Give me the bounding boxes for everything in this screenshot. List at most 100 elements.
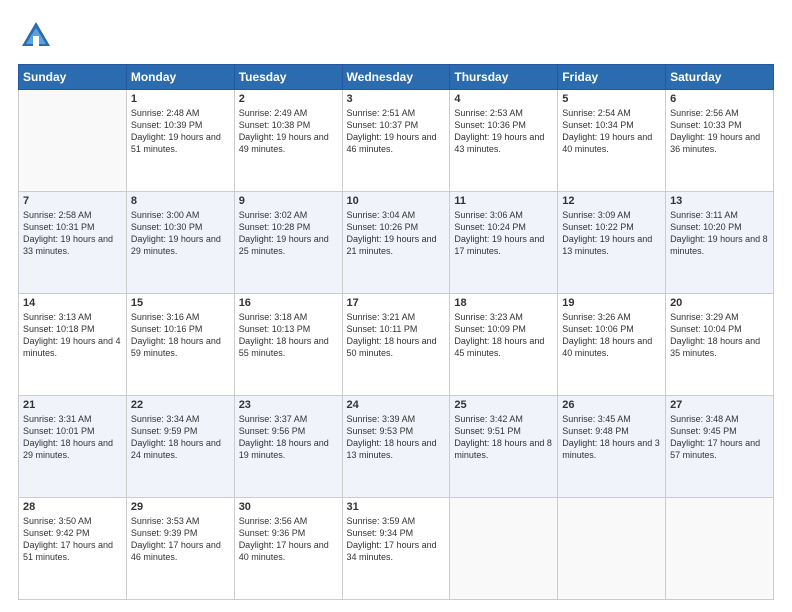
cell-info: Sunrise: 3:53 AM Sunset: 9:39 PM Dayligh… bbox=[131, 515, 230, 564]
day-number: 6 bbox=[670, 93, 769, 105]
calendar-cell: 19 Sunrise: 3:26 AM Sunset: 10:06 PM Dayl… bbox=[558, 294, 666, 396]
calendar-cell bbox=[19, 90, 127, 192]
calendar-cell: 16 Sunrise: 3:18 AM Sunset: 10:13 PM Dayl… bbox=[234, 294, 342, 396]
cell-info: Sunrise: 3:31 AM Sunset: 10:01 PM Daylig… bbox=[23, 413, 122, 462]
day-number: 20 bbox=[670, 297, 769, 309]
cell-info: Sunrise: 3:02 AM Sunset: 10:28 PM Daylig… bbox=[239, 209, 338, 258]
calendar-cell: 18 Sunrise: 3:23 AM Sunset: 10:09 PM Dayl… bbox=[450, 294, 558, 396]
day-number: 12 bbox=[562, 195, 661, 207]
calendar-week-row: 28Sunrise: 3:50 AM Sunset: 9:42 PM Dayli… bbox=[19, 498, 774, 600]
calendar-cell: 21 Sunrise: 3:31 AM Sunset: 10:01 PM Dayl… bbox=[19, 396, 127, 498]
cell-info: Sunrise: 2:56 AM Sunset: 10:33 PM Daylig… bbox=[670, 107, 769, 156]
calendar-cell: 2 Sunrise: 2:49 AM Sunset: 10:38 PM Dayli… bbox=[234, 90, 342, 192]
day-number: 31 bbox=[347, 501, 446, 513]
day-number: 10 bbox=[347, 195, 446, 207]
cell-info: Sunrise: 3:48 AM Sunset: 9:45 PM Dayligh… bbox=[670, 413, 769, 462]
day-number: 17 bbox=[347, 297, 446, 309]
calendar-header-row: SundayMondayTuesdayWednesdayThursdayFrid… bbox=[19, 65, 774, 90]
calendar-cell: 25Sunrise: 3:42 AM Sunset: 9:51 PM Dayli… bbox=[450, 396, 558, 498]
cell-info: Sunrise: 2:51 AM Sunset: 10:37 PM Daylig… bbox=[347, 107, 446, 156]
day-number: 29 bbox=[131, 501, 230, 513]
day-number: 22 bbox=[131, 399, 230, 411]
day-number: 9 bbox=[239, 195, 338, 207]
calendar-cell: 4 Sunrise: 2:53 AM Sunset: 10:36 PM Dayli… bbox=[450, 90, 558, 192]
cell-info: Sunrise: 2:49 AM Sunset: 10:38 PM Daylig… bbox=[239, 107, 338, 156]
calendar-cell: 23Sunrise: 3:37 AM Sunset: 9:56 PM Dayli… bbox=[234, 396, 342, 498]
cell-info: Sunrise: 3:59 AM Sunset: 9:34 PM Dayligh… bbox=[347, 515, 446, 564]
day-number: 14 bbox=[23, 297, 122, 309]
cell-info: Sunrise: 3:37 AM Sunset: 9:56 PM Dayligh… bbox=[239, 413, 338, 462]
calendar-cell: 9 Sunrise: 3:02 AM Sunset: 10:28 PM Dayli… bbox=[234, 192, 342, 294]
cell-info: Sunrise: 3:34 AM Sunset: 9:59 PM Dayligh… bbox=[131, 413, 230, 462]
calendar-cell: 12 Sunrise: 3:09 AM Sunset: 10:22 PM Dayl… bbox=[558, 192, 666, 294]
cell-info: Sunrise: 3:45 AM Sunset: 9:48 PM Dayligh… bbox=[562, 413, 661, 462]
day-number: 27 bbox=[670, 399, 769, 411]
calendar-cell: 15 Sunrise: 3:16 AM Sunset: 10:16 PM Dayl… bbox=[126, 294, 234, 396]
day-number: 1 bbox=[131, 93, 230, 105]
day-number: 21 bbox=[23, 399, 122, 411]
calendar-cell bbox=[558, 498, 666, 600]
calendar-cell: 6 Sunrise: 2:56 AM Sunset: 10:33 PM Dayli… bbox=[666, 90, 774, 192]
calendar-cell: 13 Sunrise: 3:11 AM Sunset: 10:20 PM Dayl… bbox=[666, 192, 774, 294]
page: SundayMondayTuesdayWednesdayThursdayFrid… bbox=[0, 0, 792, 612]
day-number: 4 bbox=[454, 93, 553, 105]
day-number: 11 bbox=[454, 195, 553, 207]
cell-info: Sunrise: 2:58 AM Sunset: 10:31 PM Daylig… bbox=[23, 209, 122, 258]
calendar-cell bbox=[450, 498, 558, 600]
cell-info: Sunrise: 3:26 AM Sunset: 10:06 PM Daylig… bbox=[562, 311, 661, 360]
cell-info: Sunrise: 3:23 AM Sunset: 10:09 PM Daylig… bbox=[454, 311, 553, 360]
logo-icon bbox=[18, 18, 54, 54]
day-number: 8 bbox=[131, 195, 230, 207]
calendar-cell: 27 Sunrise: 3:48 AM Sunset: 9:45 PM Dayli… bbox=[666, 396, 774, 498]
calendar-cell: 26 Sunrise: 3:45 AM Sunset: 9:48 PM Dayli… bbox=[558, 396, 666, 498]
day-number: 3 bbox=[347, 93, 446, 105]
calendar-cell: 3 Sunrise: 2:51 AM Sunset: 10:37 PM Dayli… bbox=[342, 90, 450, 192]
calendar-day-header: Sunday bbox=[19, 65, 127, 90]
cell-info: Sunrise: 3:04 AM Sunset: 10:26 PM Daylig… bbox=[347, 209, 446, 258]
calendar-cell: 20 Sunrise: 3:29 AM Sunset: 10:04 PM Dayl… bbox=[666, 294, 774, 396]
day-number: 26 bbox=[562, 399, 661, 411]
calendar-cell: 14Sunrise: 3:13 AM Sunset: 10:18 PM Dayl… bbox=[19, 294, 127, 396]
cell-info: Sunrise: 3:09 AM Sunset: 10:22 PM Daylig… bbox=[562, 209, 661, 258]
calendar-cell: 17 Sunrise: 3:21 AM Sunset: 10:11 PM Dayl… bbox=[342, 294, 450, 396]
cell-info: Sunrise: 2:54 AM Sunset: 10:34 PM Daylig… bbox=[562, 107, 661, 156]
day-number: 18 bbox=[454, 297, 553, 309]
cell-info: Sunrise: 3:06 AM Sunset: 10:24 PM Daylig… bbox=[454, 209, 553, 258]
calendar-day-header: Monday bbox=[126, 65, 234, 90]
cell-info: Sunrise: 3:39 AM Sunset: 9:53 PM Dayligh… bbox=[347, 413, 446, 462]
calendar-cell: 24Sunrise: 3:39 AM Sunset: 9:53 PM Dayli… bbox=[342, 396, 450, 498]
calendar-cell: 22 Sunrise: 3:34 AM Sunset: 9:59 PM Dayli… bbox=[126, 396, 234, 498]
cell-info: Sunrise: 3:42 AM Sunset: 9:51 PM Dayligh… bbox=[454, 413, 553, 462]
calendar-day-header: Tuesday bbox=[234, 65, 342, 90]
cell-info: Sunrise: 3:00 AM Sunset: 10:30 PM Daylig… bbox=[131, 209, 230, 258]
calendar-cell: 11 Sunrise: 3:06 AM Sunset: 10:24 PM Dayl… bbox=[450, 192, 558, 294]
calendar-cell: 8 Sunrise: 3:00 AM Sunset: 10:30 PM Dayli… bbox=[126, 192, 234, 294]
calendar-week-row: 7 Sunrise: 2:58 AM Sunset: 10:31 PM Dayli… bbox=[19, 192, 774, 294]
calendar-week-row: 1Sunrise: 2:48 AM Sunset: 10:39 PM Dayli… bbox=[19, 90, 774, 192]
cell-info: Sunrise: 3:56 AM Sunset: 9:36 PM Dayligh… bbox=[239, 515, 338, 564]
calendar-table: SundayMondayTuesdayWednesdayThursdayFrid… bbox=[18, 64, 774, 600]
cell-info: Sunrise: 3:11 AM Sunset: 10:20 PM Daylig… bbox=[670, 209, 769, 258]
day-number: 16 bbox=[239, 297, 338, 309]
cell-info: Sunrise: 3:29 AM Sunset: 10:04 PM Daylig… bbox=[670, 311, 769, 360]
day-number: 2 bbox=[239, 93, 338, 105]
day-number: 13 bbox=[670, 195, 769, 207]
day-number: 19 bbox=[562, 297, 661, 309]
cell-info: Sunrise: 3:16 AM Sunset: 10:16 PM Daylig… bbox=[131, 311, 230, 360]
calendar-cell bbox=[666, 498, 774, 600]
logo bbox=[18, 18, 58, 54]
cell-info: Sunrise: 3:18 AM Sunset: 10:13 PM Daylig… bbox=[239, 311, 338, 360]
calendar-cell: 10 Sunrise: 3:04 AM Sunset: 10:26 PM Dayl… bbox=[342, 192, 450, 294]
day-number: 5 bbox=[562, 93, 661, 105]
calendar-week-row: 21 Sunrise: 3:31 AM Sunset: 10:01 PM Dayl… bbox=[19, 396, 774, 498]
calendar-day-header: Friday bbox=[558, 65, 666, 90]
cell-info: Sunrise: 3:21 AM Sunset: 10:11 PM Daylig… bbox=[347, 311, 446, 360]
calendar-cell: 5 Sunrise: 2:54 AM Sunset: 10:34 PM Dayli… bbox=[558, 90, 666, 192]
calendar-cell: 30Sunrise: 3:56 AM Sunset: 9:36 PM Dayli… bbox=[234, 498, 342, 600]
day-number: 15 bbox=[131, 297, 230, 309]
calendar-day-header: Wednesday bbox=[342, 65, 450, 90]
calendar-cell: 7 Sunrise: 2:58 AM Sunset: 10:31 PM Dayli… bbox=[19, 192, 127, 294]
day-number: 7 bbox=[23, 195, 122, 207]
calendar-cell: 31 Sunrise: 3:59 AM Sunset: 9:34 PM Dayli… bbox=[342, 498, 450, 600]
cell-info: Sunrise: 2:53 AM Sunset: 10:36 PM Daylig… bbox=[454, 107, 553, 156]
